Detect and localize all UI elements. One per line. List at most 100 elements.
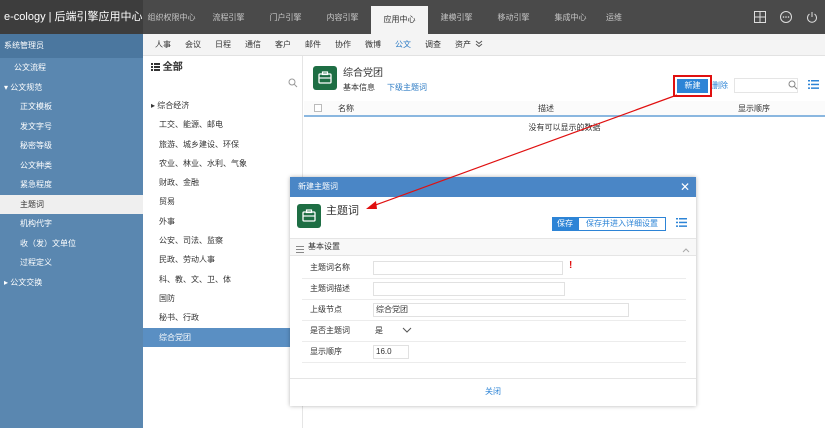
- is-subject-label: 是否主题词: [310, 326, 350, 335]
- briefcase-icon: [313, 66, 337, 90]
- chevron-down-icon[interactable]: [402, 326, 412, 335]
- sidebar-item-secret-level[interactable]: 秘密等级: [0, 136, 143, 156]
- top-icons: [747, 0, 825, 34]
- delete-button[interactable]: 删除: [712, 79, 728, 93]
- sidebar-item-doc-flow[interactable]: 公文流程: [0, 58, 143, 78]
- top-nav-mobile[interactable]: 移动引擎: [485, 0, 542, 34]
- tree-item[interactable]: 科、教、文、卫、体: [143, 270, 302, 289]
- tab-basic-info[interactable]: 基本信息: [343, 82, 375, 93]
- sidebar-item-process-def[interactable]: 过程定义: [0, 253, 143, 273]
- tree-header: 全部: [143, 56, 302, 76]
- sidebar-item-label: 公文交换: [10, 277, 43, 287]
- sidebar-item-doc-type[interactable]: 公文种类: [0, 156, 143, 176]
- top-nav-workflow[interactable]: 流程引擎: [200, 0, 257, 34]
- subnav-customer[interactable]: 客户: [275, 34, 305, 55]
- sidebar-item-urgency[interactable]: 紧急程度: [0, 175, 143, 195]
- close-button[interactable]: 关闭: [290, 386, 696, 397]
- sidebar-item-label: 公文规范: [10, 82, 43, 92]
- order-input[interactable]: 16.0: [373, 345, 409, 359]
- desc-label: 主题词描述: [310, 284, 350, 293]
- column-desc[interactable]: 描述: [538, 103, 738, 114]
- save-and-detail-button[interactable]: 保存并进入详细设置: [578, 217, 666, 231]
- subnav-assets[interactable]: 资产: [455, 34, 475, 55]
- subnav-meeting[interactable]: 会议: [185, 34, 215, 55]
- subnav-survey[interactable]: 调查: [425, 34, 455, 55]
- more-icon[interactable]: [773, 0, 799, 34]
- sidebar: 系统管理员 公文流程 ▾ 公文规范 正文模板 发文字号 秘密等级 公文种类 紧急…: [0, 34, 143, 428]
- column-name[interactable]: 名称: [338, 103, 538, 114]
- top-nav-ops[interactable]: 运维: [599, 0, 629, 34]
- desc-input[interactable]: [373, 282, 565, 296]
- form-row-is-subject: 是否主题词 是: [302, 321, 686, 342]
- tab-sub-words[interactable]: 下级主题词: [387, 82, 427, 93]
- sidebar-item-doc-number[interactable]: 发文字号: [0, 117, 143, 137]
- empty-message: 没有可以显示的数据: [528, 123, 601, 132]
- subnav-schedule[interactable]: 日程: [215, 34, 245, 55]
- menu-icon[interactable]: [808, 80, 819, 91]
- column-order[interactable]: 显示顺序: [738, 103, 770, 114]
- subnav-mail[interactable]: 邮件: [305, 34, 335, 55]
- sidebar-item-org-code[interactable]: 机构代字: [0, 214, 143, 234]
- select-all-checkbox[interactable]: [314, 104, 322, 112]
- tree-item[interactable]: 旅游、城乡建设、环保: [143, 135, 302, 154]
- tree-item[interactable]: 公安、司法、监察: [143, 231, 302, 250]
- top-nav-integration[interactable]: 集成中心: [542, 0, 599, 34]
- chevron-up-icon[interactable]: [682, 243, 690, 259]
- top-nav-modeling[interactable]: 建模引擎: [428, 0, 485, 34]
- is-subject-select[interactable]: 是: [375, 324, 383, 338]
- subnav-weibo[interactable]: 微博: [365, 34, 395, 55]
- brand-title: e-cology | 后端引擎应用中心: [0, 0, 143, 34]
- highlight-annotation: [673, 75, 712, 97]
- top-nav-portal[interactable]: 门户引擎: [257, 0, 314, 34]
- sidebar-item-doc-spec[interactable]: ▾ 公文规范: [0, 78, 143, 98]
- sub-nav: 人事 会议 日程 通信 客户 邮件 协作 微博 公文 调查 资产: [143, 34, 825, 56]
- parent-label: 上级节点: [310, 305, 342, 314]
- close-icon[interactable]: ✕: [680, 177, 690, 197]
- tree-item[interactable]: 民政、劳动人事: [143, 250, 302, 269]
- name-input[interactable]: [373, 261, 563, 275]
- sidebar-item-subject-word[interactable]: 主题词: [0, 194, 143, 214]
- briefcase-icon: [297, 204, 321, 228]
- section-title: 基本设置: [308, 242, 340, 251]
- parent-input[interactable]: 综合党团: [373, 303, 629, 317]
- page-title: 综合党团: [343, 68, 383, 79]
- subnav-hr[interactable]: 人事: [155, 34, 185, 55]
- table-header: 名称 描述 显示顺序: [304, 101, 825, 117]
- tree-panel: 全部 ▸ 综合经济 工交、能源、邮电 旅游、城乡建设、环保 农业、林业、水利、气…: [143, 56, 303, 428]
- dialog-footer-divider: [290, 378, 696, 379]
- form-row-name: 主题词名称 !: [302, 258, 686, 279]
- subnav-document[interactable]: 公文: [395, 34, 425, 55]
- main-tabs: 基本信息 下级主题词: [343, 82, 427, 93]
- top-nav-org[interactable]: 组织权限中心: [143, 0, 200, 34]
- sidebar-item-doc-exchange[interactable]: ▸ 公文交换: [0, 273, 143, 293]
- tree-item[interactable]: 外事: [143, 212, 302, 231]
- sidebar-item-text-template[interactable]: 正文模板: [0, 97, 143, 117]
- power-icon[interactable]: [799, 0, 825, 34]
- tree-item[interactable]: ▸ 综合经济: [143, 96, 302, 115]
- top-nav: 组织权限中心 流程引擎 门户引擎 内容引擎 应用中心 建模引擎 移动引擎 集成中…: [143, 0, 629, 34]
- subnav-comm[interactable]: 通信: [245, 34, 275, 55]
- dialog-subtitle: 主题词: [326, 205, 359, 217]
- tree-item[interactable]: 财政、金融: [143, 173, 302, 192]
- tree-item[interactable]: 秘书、行政: [143, 308, 302, 327]
- save-button[interactable]: 保存: [552, 217, 578, 231]
- grid-icon[interactable]: [747, 0, 773, 34]
- search-icon[interactable]: [288, 78, 298, 90]
- tree-item[interactable]: 贸易: [143, 192, 302, 211]
- sidebar-title: 系统管理员: [0, 34, 143, 58]
- order-label: 显示顺序: [310, 347, 342, 356]
- menu-icon[interactable]: [676, 218, 687, 229]
- section-basic-settings[interactable]: 基本设置: [290, 238, 696, 256]
- tree-item-label: 综合经济: [157, 101, 190, 110]
- sidebar-item-send-unit[interactable]: 收（发）文单位: [0, 234, 143, 254]
- tree-item[interactable]: 农业、林业、水利、气象: [143, 154, 302, 173]
- tree-item[interactable]: 工交、能源、邮电: [143, 115, 302, 134]
- top-nav-app-center[interactable]: 应用中心: [371, 6, 428, 34]
- subnav-collab[interactable]: 协作: [335, 34, 365, 55]
- subnav-more-icon[interactable]: [475, 34, 505, 55]
- search-icon[interactable]: [788, 80, 798, 92]
- top-nav-content[interactable]: 内容引擎: [314, 0, 371, 34]
- tree-item[interactable]: 国防: [143, 289, 302, 308]
- new-subject-dialog: 新建主题词 ✕ 主题词 保存 保存并进入详细设置 基本设置 主题词名称 ! 主题…: [290, 177, 696, 406]
- tree-item-selected[interactable]: 综合党团: [143, 327, 302, 347]
